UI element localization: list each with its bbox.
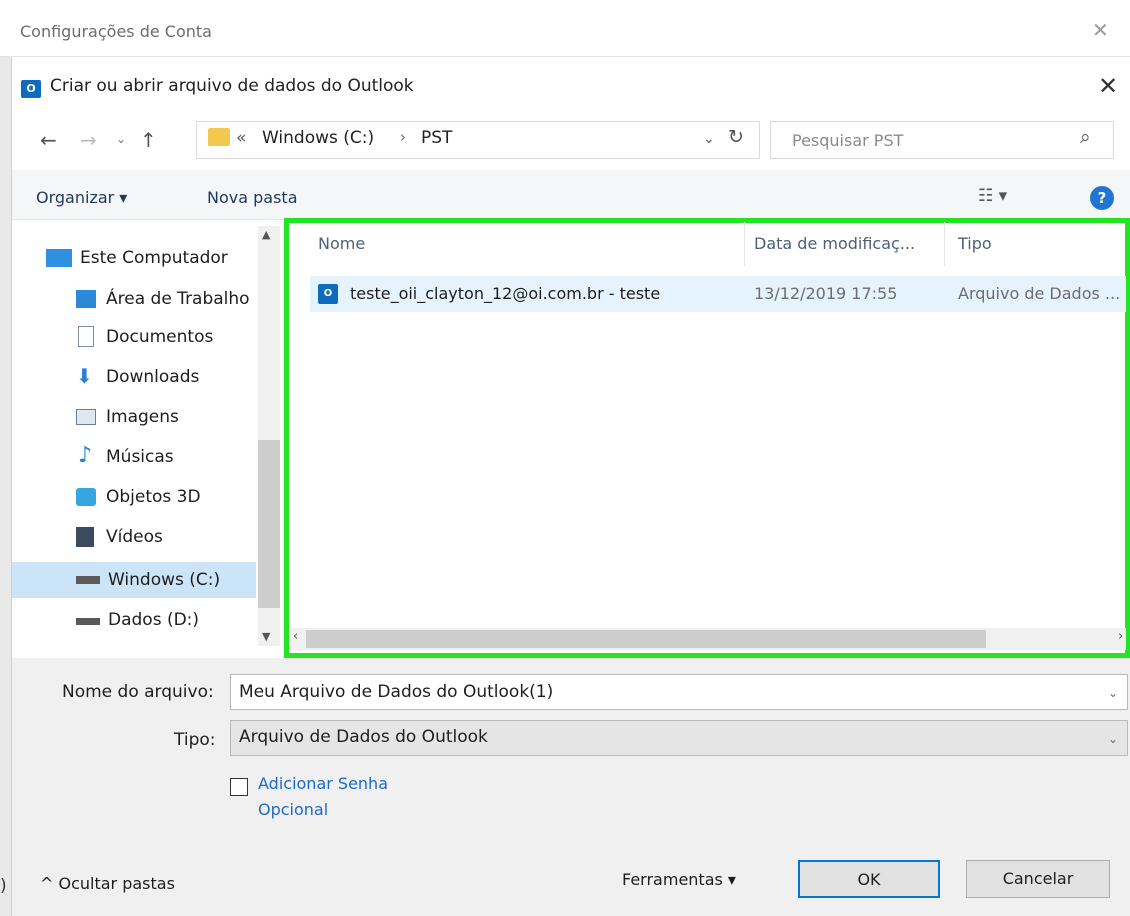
- address-dropdown-icon[interactable]: ⌄: [703, 131, 715, 147]
- sidebar-item-label: Área de Trabalho: [106, 289, 250, 309]
- download-icon: ⬇: [76, 364, 93, 388]
- sidebar-item-label: Windows (C:): [108, 570, 221, 590]
- help-icon[interactable]: ?: [1090, 186, 1114, 210]
- ok-button[interactable]: OK: [798, 860, 940, 898]
- sidebar-item-label: Documentos: [106, 327, 214, 347]
- cancel-button[interactable]: Cancelar: [966, 860, 1110, 898]
- outlook-file-icon: O: [318, 284, 338, 304]
- file-name[interactable]: teste_oii_clayton_12@oi.com.br - teste: [350, 284, 660, 303]
- file-modified: 13/12/2019 17:55: [754, 284, 898, 303]
- type-dropdown-icon[interactable]: ⌄: [1108, 732, 1118, 746]
- breadcrumb-overflow-icon[interactable]: «: [236, 128, 246, 148]
- column-header-name[interactable]: Nome: [318, 234, 365, 253]
- scroll-up-icon[interactable]: ▲: [262, 228, 270, 241]
- tools-button[interactable]: Ferramentas ▾: [622, 870, 736, 889]
- sidebar-item-label: Dados (D:): [108, 610, 200, 630]
- outer-window-edge: [0, 56, 12, 916]
- desktop-icon: [76, 290, 96, 308]
- breadcrumb-pst[interactable]: PST: [421, 128, 452, 148]
- document-icon: [78, 326, 94, 347]
- type-label: Tipo:: [174, 730, 216, 750]
- image-icon: [76, 409, 96, 425]
- column-divider[interactable]: [944, 222, 945, 266]
- filename-dropdown-icon[interactable]: ⌄: [1108, 686, 1118, 700]
- sidebar-item-label: Objetos 3D: [106, 487, 201, 507]
- outer-window-title: Configurações de Conta: [20, 22, 212, 41]
- back-arrow-icon[interactable]: ←: [40, 128, 57, 152]
- sidebar-item-label: Downloads: [106, 367, 200, 387]
- windows-drive-icon: [76, 576, 100, 584]
- password-option-label[interactable]: Adicionar Senha: [258, 774, 388, 793]
- scroll-right-icon[interactable]: ›: [1118, 629, 1123, 644]
- new-folder-button[interactable]: Nova pasta: [207, 188, 298, 207]
- outer-stray-text: ): [0, 876, 7, 896]
- video-icon: [76, 527, 94, 547]
- password-checkbox[interactable]: [230, 778, 248, 796]
- sidebar-scroll-thumb[interactable]: [258, 440, 280, 608]
- hide-folders-button[interactable]: ^ Ocultar pastas: [40, 874, 175, 893]
- search-placeholder: Pesquisar PST: [792, 131, 904, 150]
- refresh-icon[interactable]: ↻: [728, 126, 744, 148]
- view-options-icon[interactable]: ☷ ▾: [978, 186, 1007, 206]
- folder-icon: [208, 128, 230, 146]
- filename-label: Nome do arquivo:: [62, 682, 214, 702]
- cube-icon: [76, 488, 96, 506]
- outlook-icon: O: [21, 80, 41, 98]
- sidebar-item-label: Vídeos: [106, 527, 163, 547]
- file-type: Arquivo de Dados ...: [958, 284, 1121, 303]
- horizontal-scroll-thumb[interactable]: [306, 630, 986, 648]
- scroll-down-icon[interactable]: ▼: [262, 630, 270, 643]
- sidebar-item-label: Músicas: [106, 447, 174, 467]
- dialog-title: Criar ou abrir arquivo de dados do Outlo…: [50, 76, 414, 96]
- organize-button[interactable]: Organizar ▾: [36, 188, 127, 207]
- outer-title-divider: [0, 56, 1130, 57]
- dialog-close-icon[interactable]: ✕: [1098, 72, 1118, 100]
- search-icon[interactable]: ⌕: [1080, 126, 1091, 148]
- sidebar-item-label: Imagens: [106, 407, 179, 427]
- file-type-select[interactable]: Arquivo de Dados do Outlook: [230, 720, 1128, 756]
- up-arrow-icon[interactable]: ↑: [140, 128, 157, 152]
- breadcrumb-windows-c[interactable]: Windows (C:): [262, 128, 374, 148]
- sidebar-item-label: Este Computador: [80, 248, 228, 268]
- column-divider[interactable]: [744, 222, 745, 266]
- filename-input[interactable]: [230, 674, 1128, 710]
- toolbar: [12, 170, 1130, 220]
- drive-icon: [76, 618, 100, 625]
- music-icon: ♪: [78, 443, 93, 468]
- recent-locations-chevron-icon[interactable]: ⌄: [116, 132, 126, 146]
- password-option-label-line2[interactable]: Opcional: [258, 800, 328, 819]
- column-header-date[interactable]: Data de modificaç...: [754, 234, 915, 253]
- breadcrumb-separator-icon[interactable]: ›: [400, 128, 406, 146]
- computer-icon: [46, 249, 72, 267]
- forward-arrow-icon[interactable]: →: [80, 128, 97, 152]
- column-header-type[interactable]: Tipo: [958, 234, 992, 253]
- outer-close-icon[interactable]: ✕: [1092, 18, 1109, 42]
- scroll-left-icon[interactable]: ‹: [293, 629, 298, 644]
